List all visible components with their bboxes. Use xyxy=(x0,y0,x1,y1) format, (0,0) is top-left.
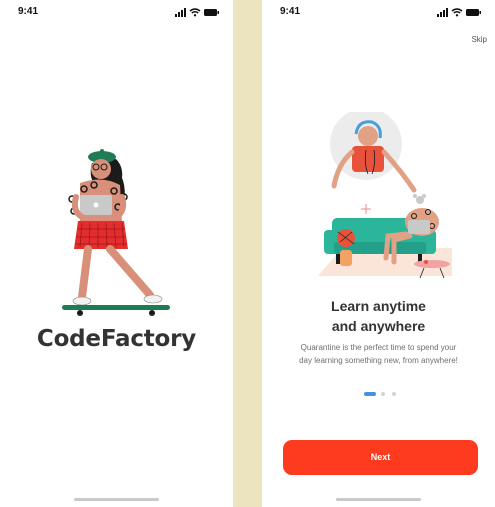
skip-button[interactable]: Skip xyxy=(471,35,487,44)
battery-icon xyxy=(466,9,481,16)
page-dot-3[interactable] xyxy=(392,392,396,396)
title-line: and anywhere xyxy=(331,318,426,334)
title-line: Learn anytime xyxy=(331,298,426,314)
status-time: 9:41 xyxy=(18,6,39,17)
onboarding-title: Learn anytime and anywhere xyxy=(262,296,495,336)
description-line: day learning something new, from anywher… xyxy=(299,356,458,365)
status-time: 9:41 xyxy=(280,6,301,17)
battery-icon xyxy=(204,9,219,16)
page-dot-1[interactable] xyxy=(364,392,376,396)
onboarding-screen: 9:41 Skip Learn anytime and anywhere Qua… xyxy=(262,0,495,507)
status-icons xyxy=(437,7,483,17)
status-icons xyxy=(175,7,221,17)
home-indicator xyxy=(336,498,421,501)
signal-icon xyxy=(175,8,186,17)
wifi-icon xyxy=(189,8,201,17)
skater-illustration xyxy=(58,147,173,317)
brand-title: CodeFactory xyxy=(36,326,197,352)
signal-icon xyxy=(437,8,448,17)
splash-screen: 9:41 CodeFactory xyxy=(0,0,233,507)
onboarding-description: Quarantine is the perfect time to spend … xyxy=(272,341,485,367)
page-indicator xyxy=(262,392,495,396)
wifi-icon xyxy=(451,8,463,17)
learning-illustration xyxy=(302,112,462,282)
page-dot-2[interactable] xyxy=(381,392,385,396)
description-line: Quarantine is the perfect time to spend … xyxy=(300,343,457,352)
next-button[interactable]: Next xyxy=(283,440,478,475)
home-indicator xyxy=(74,498,159,501)
